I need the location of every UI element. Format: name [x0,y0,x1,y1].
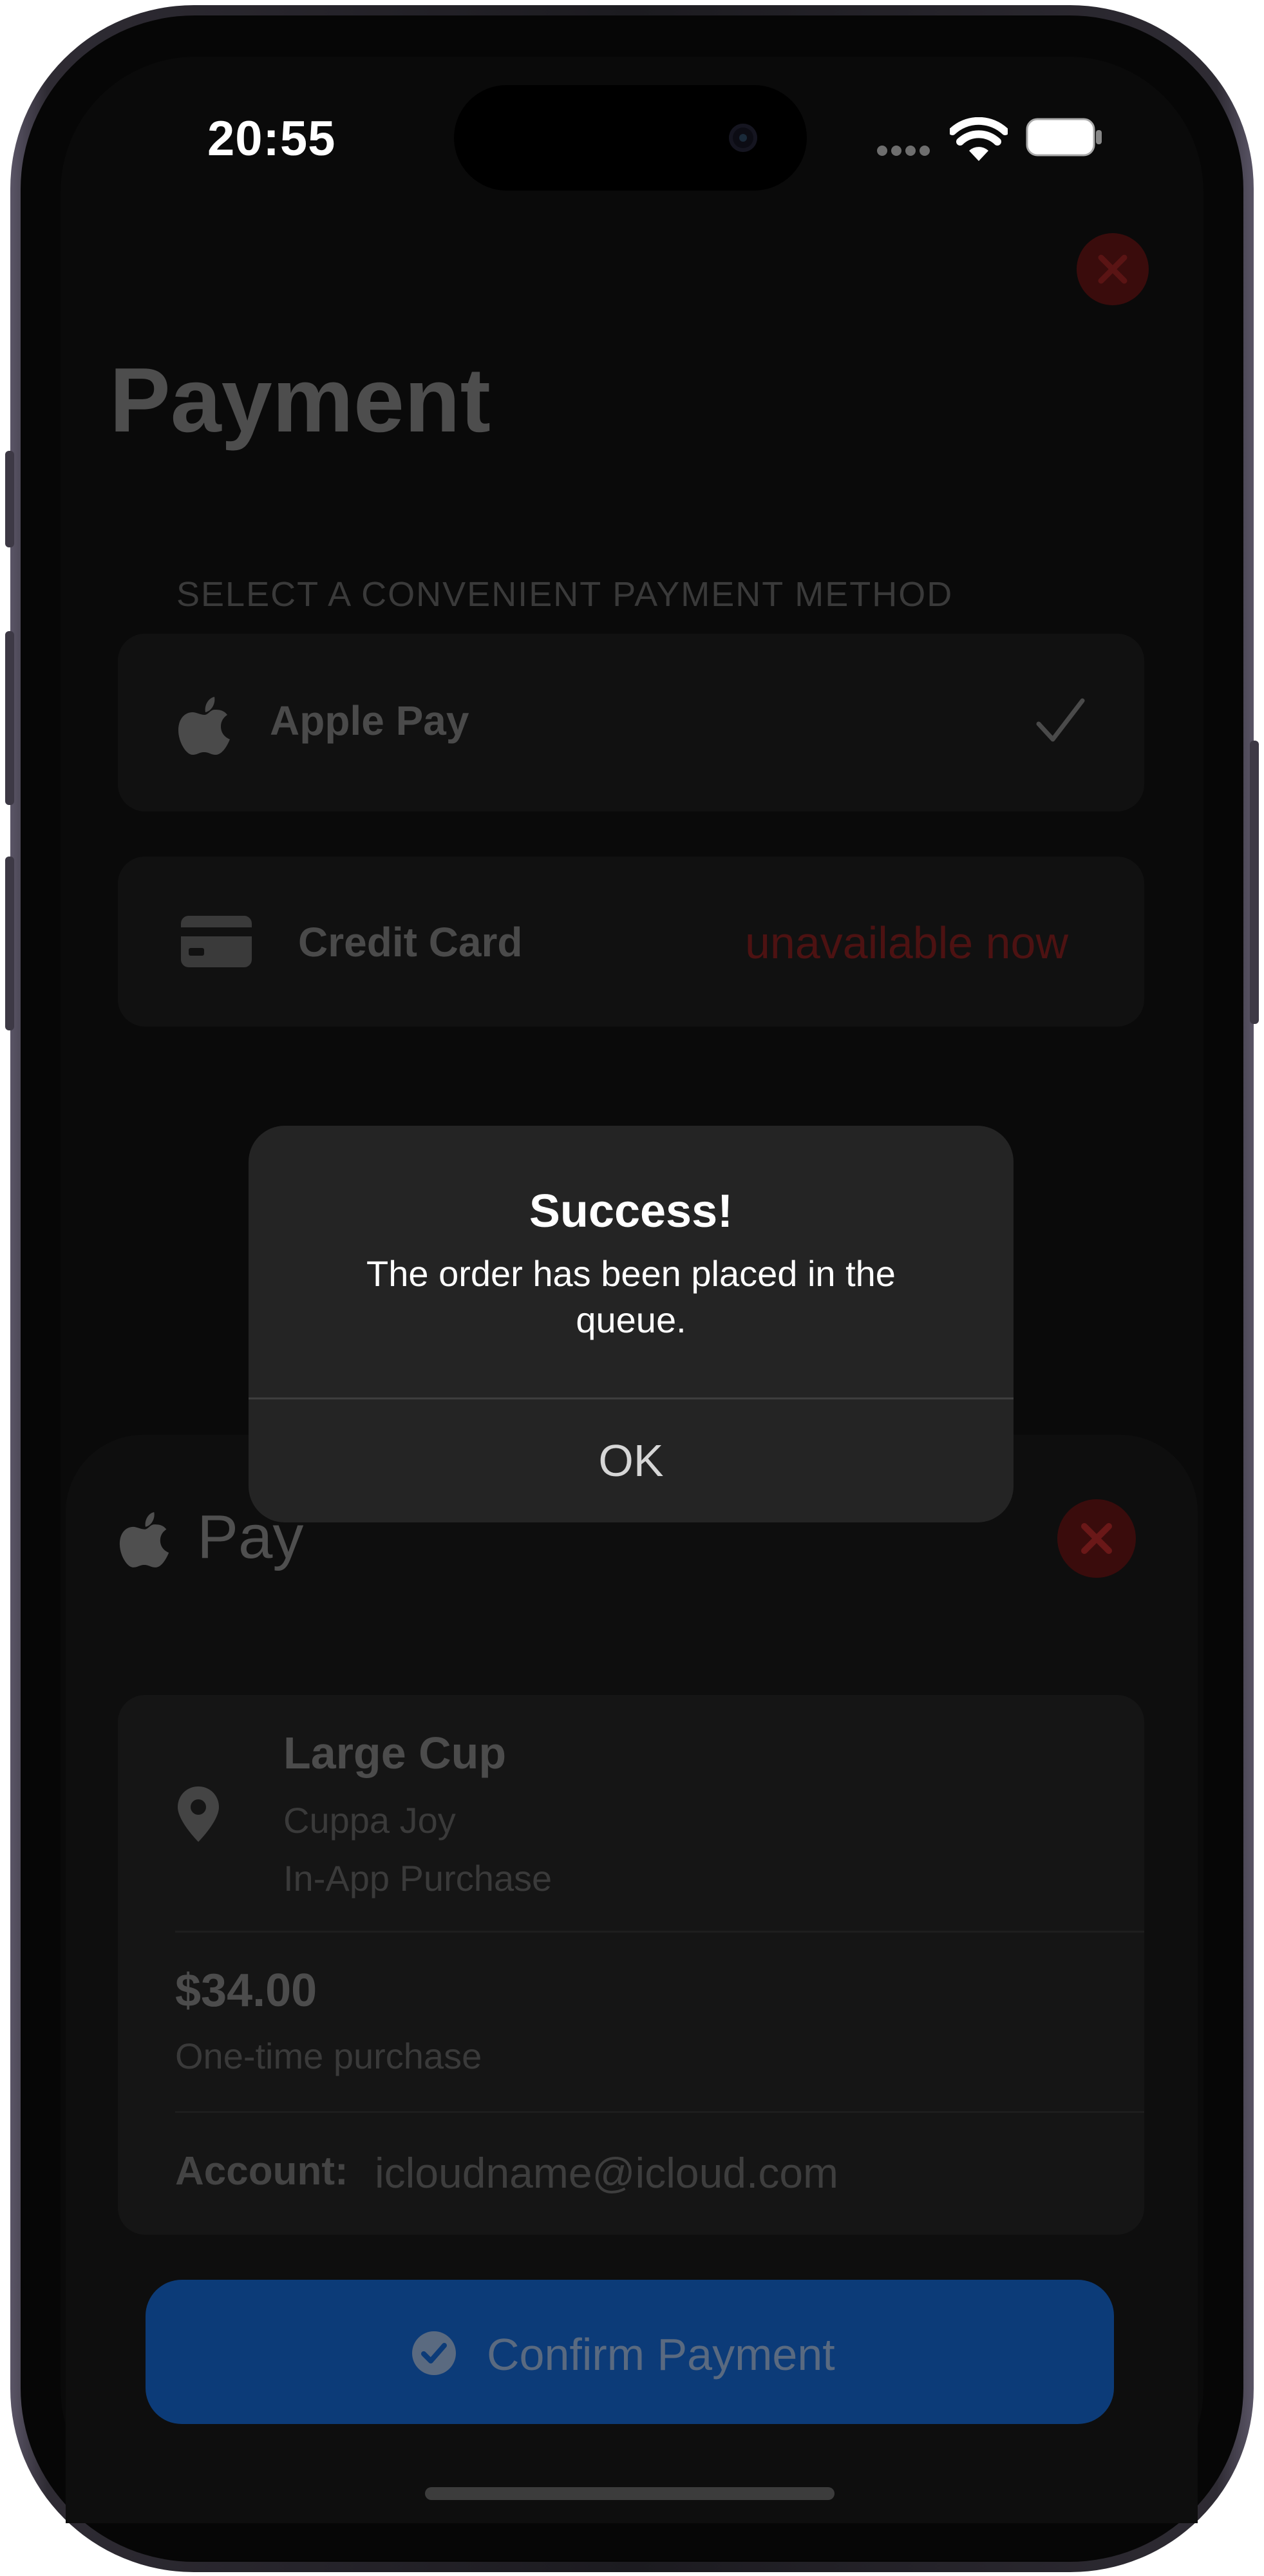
merchant-name: Cuppa Joy [283,1800,456,1841]
location-pin-icon [178,1786,219,1842]
payment-method-label: Credit Card [298,919,523,965]
wifi-icon [950,117,1008,161]
account-value: icloudname@icloud.com [375,2149,839,2197]
side-button-left-2 [5,631,14,805]
side-button-left-3 [5,857,14,1030]
cellular-dots-icon [877,146,930,156]
section-header: SELECT A CONVENIENT PAYMENT METHOD [176,575,954,614]
item-name: Large Cup [283,1728,507,1778]
confirm-payment-label: Confirm Payment [487,2329,835,2380]
home-indicator[interactable] [425,2487,835,2500]
unavailable-status: unavailable now [745,918,1069,968]
battery-icon [1026,118,1102,156]
close-icon [1098,254,1127,284]
credit-card-icon [181,916,252,967]
divider [175,2111,1144,2113]
side-button-left-1 [5,451,14,547]
camera-lens [739,134,747,142]
checkmark-icon [1036,698,1085,742]
alert-message: The order has been placed in the queue. [366,1253,896,1340]
payment-method-apple-pay[interactable]: Apple Pay [118,634,1144,811]
page-title: Payment [109,349,491,451]
payment-method-credit-card[interactable]: Credit Card unavailable now [118,857,1144,1027]
price: $34.00 [175,1965,317,2016]
apple-logo-icon [119,1512,169,1567]
purchase-type: In-App Purchase [283,1858,552,1899]
close-button[interactable] [1077,233,1149,305]
account-label: Account: [175,2149,348,2193]
payment-method-label: Apple Pay [270,697,469,744]
side-button-right [1250,741,1259,1024]
status-time: 20:55 [207,111,336,166]
apple-logo-icon [178,697,230,755]
checkmark-circle-icon [412,2331,456,2375]
price-note: One-time purchase [175,2036,482,2076]
divider [175,1931,1144,1933]
alert-ok-button[interactable]: OK [249,1399,1014,1522]
close-icon [1081,1523,1112,1554]
sheet-close-button[interactable] [1057,1499,1136,1578]
alert-title: Success! [529,1186,733,1237]
